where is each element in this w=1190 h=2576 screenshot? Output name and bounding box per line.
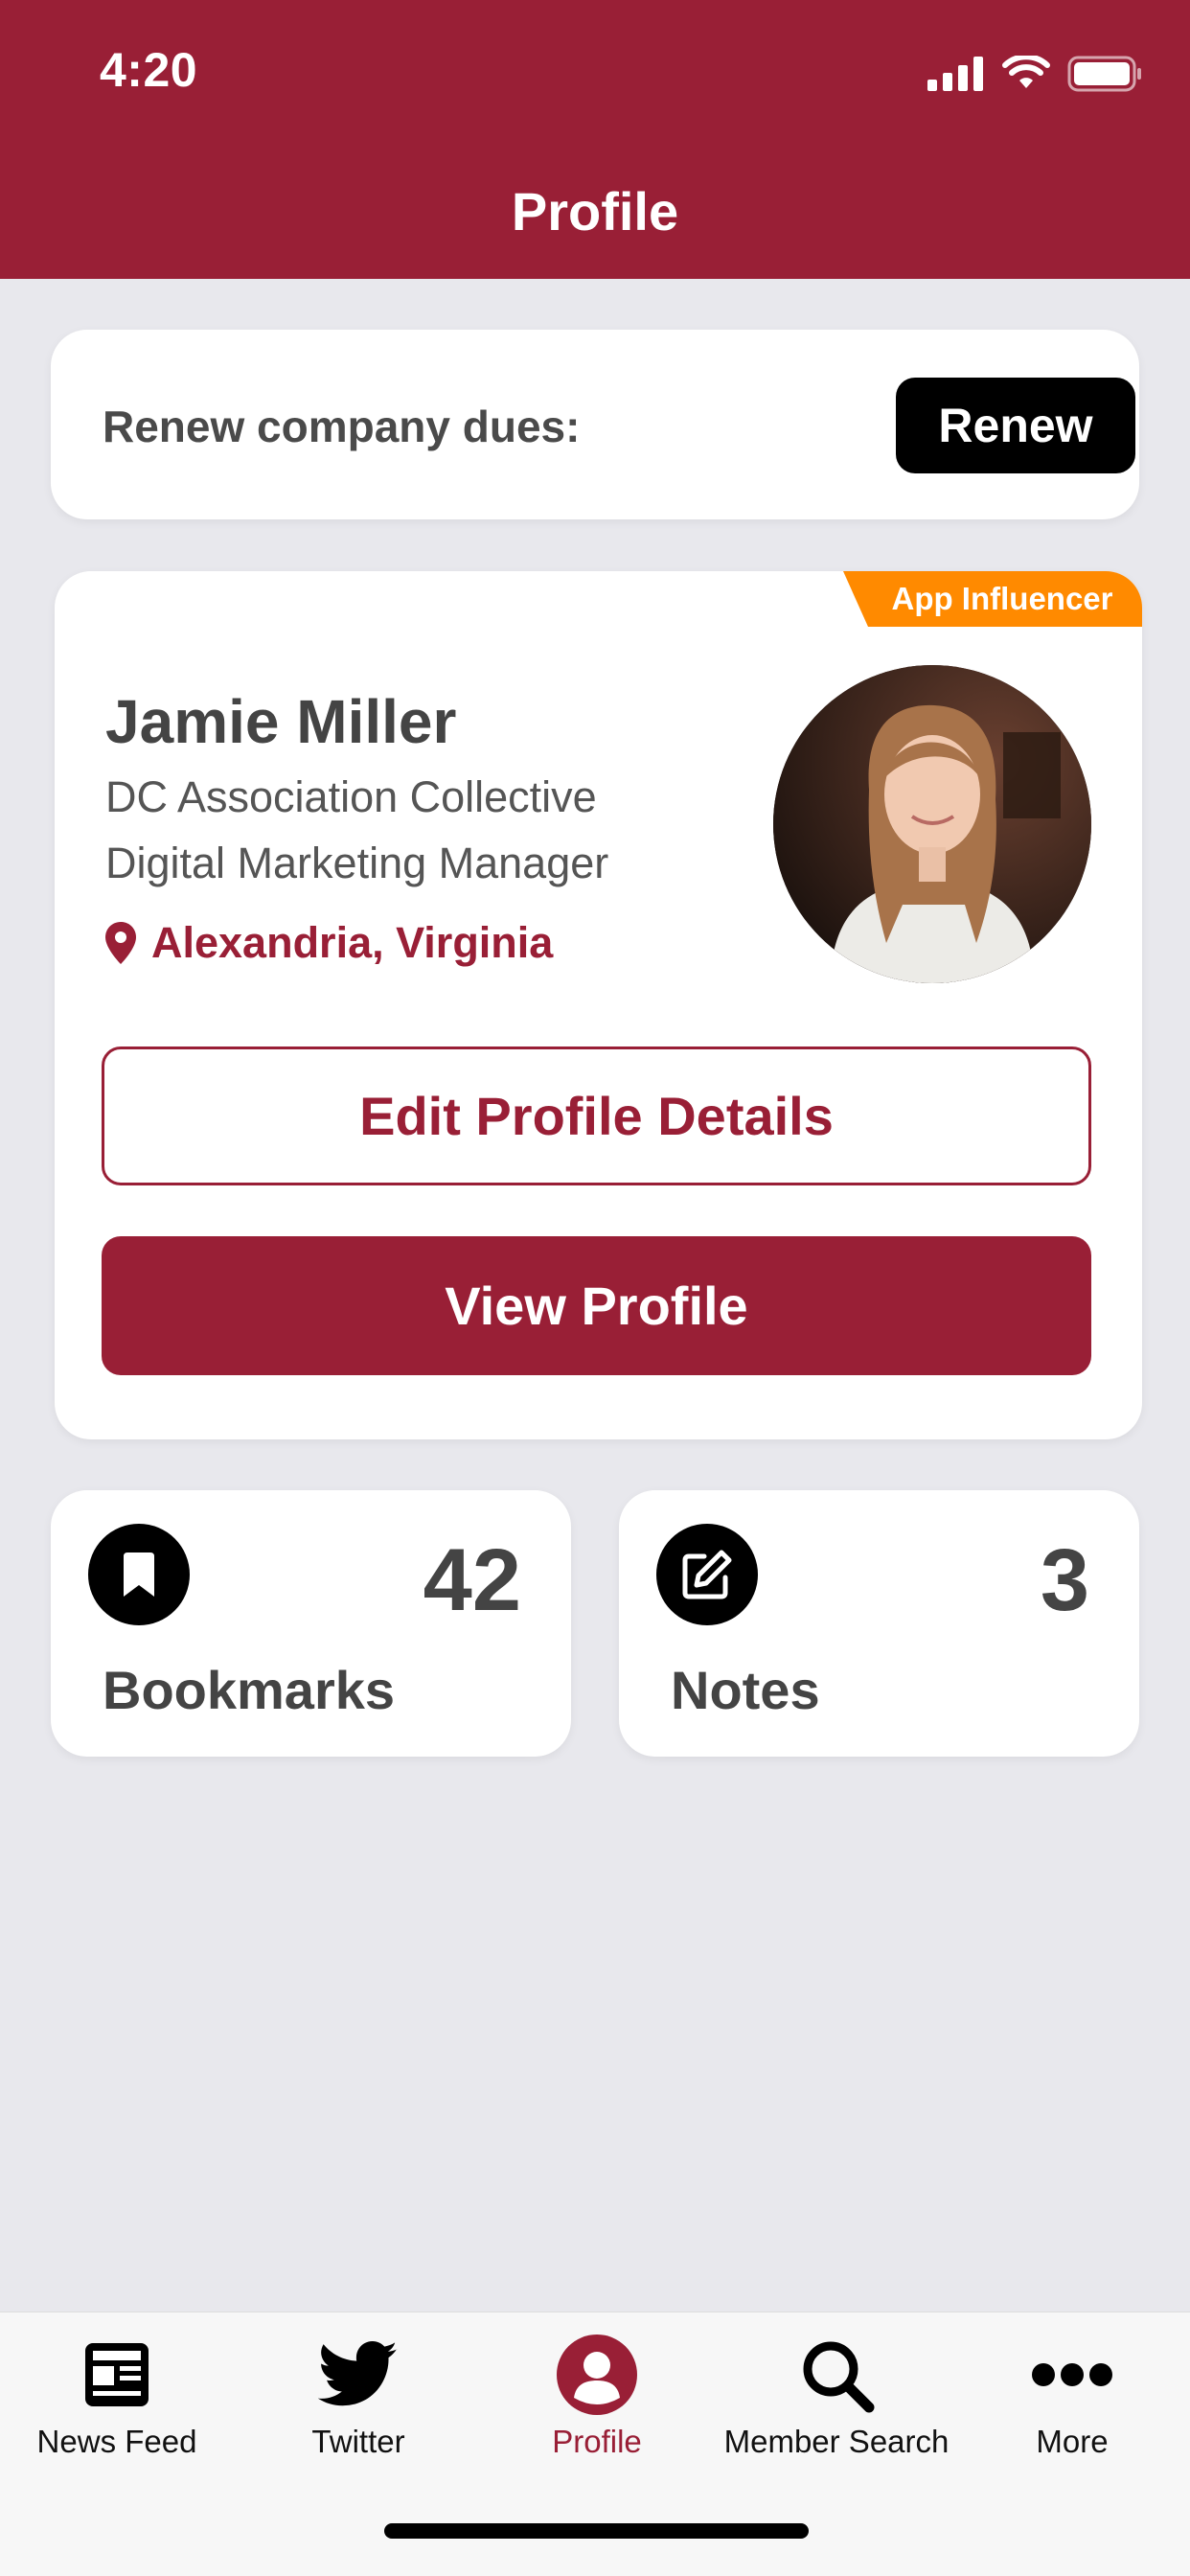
profile-location: Alexandria, Virginia: [105, 918, 553, 968]
twitter-icon: [318, 2341, 398, 2406]
bookmark-icon-badge: [88, 1524, 190, 1625]
page-title: Profile: [511, 181, 679, 242]
profile-card: App Influencer Jamie Miller DC Associati…: [55, 571, 1142, 1439]
wifi-icon: [1002, 56, 1050, 88]
tab-twitter[interactable]: Twitter: [239, 2332, 478, 2460]
tab-more[interactable]: More: [952, 2332, 1190, 2460]
profile-organization: DC Association Collective: [105, 772, 597, 821]
tab-label: More: [1036, 2424, 1109, 2459]
notes-label: Notes: [671, 1660, 820, 1720]
home-indicator[interactable]: [384, 2523, 809, 2539]
tab-member-search[interactable]: Member Search: [717, 2332, 956, 2460]
more-icon: [1032, 2363, 1112, 2386]
edit-profile-button[interactable]: Edit Profile Details: [102, 1046, 1091, 1185]
newspaper-icon: [85, 2343, 149, 2406]
location-pin-icon: [105, 922, 136, 964]
bookmarks-label: Bookmarks: [103, 1660, 396, 1720]
tab-label: Twitter: [311, 2424, 405, 2459]
tab-profile[interactable]: Profile: [477, 2332, 717, 2460]
tab-label: News Feed: [36, 2424, 197, 2459]
notes-card[interactable]: 3 Notes: [619, 1490, 1139, 1757]
view-profile-button[interactable]: View Profile: [102, 1236, 1091, 1375]
bookmarks-card[interactable]: 42 Bookmarks: [51, 1490, 571, 1757]
cellular-signal-icon: [927, 57, 983, 91]
renew-button[interactable]: Renew: [896, 378, 1135, 473]
influencer-badge: App Influencer: [843, 571, 1142, 627]
tab-label: Member Search: [723, 2424, 950, 2459]
notes-icon-badge: [656, 1524, 758, 1625]
avatar: [773, 665, 1091, 983]
tab-news-feed[interactable]: News Feed: [0, 2332, 237, 2460]
renew-dues-label: Renew company dues:: [103, 402, 581, 451]
status-icons: [927, 50, 1142, 98]
renew-dues-card: Renew company dues: Renew: [51, 330, 1139, 519]
status-time: 4:20: [100, 43, 198, 97]
tab-label: Profile: [552, 2424, 642, 2459]
bookmarks-count: 42: [423, 1531, 521, 1629]
profile-role: Digital Marketing Manager: [105, 839, 609, 887]
avatar-photo: [773, 665, 1091, 983]
search-icon: [803, 2341, 875, 2413]
location-text: Alexandria, Virginia: [151, 918, 554, 967]
notes-count: 3: [1040, 1531, 1089, 1629]
app-header: 4:20 Profile: [0, 0, 1190, 279]
edit-note-icon: [682, 1550, 732, 1599]
bookmark-icon: [124, 1552, 154, 1597]
battery-icon: [1067, 56, 1141, 92]
profile-name: Jamie Miller: [105, 687, 457, 756]
user-icon: [557, 2334, 637, 2415]
